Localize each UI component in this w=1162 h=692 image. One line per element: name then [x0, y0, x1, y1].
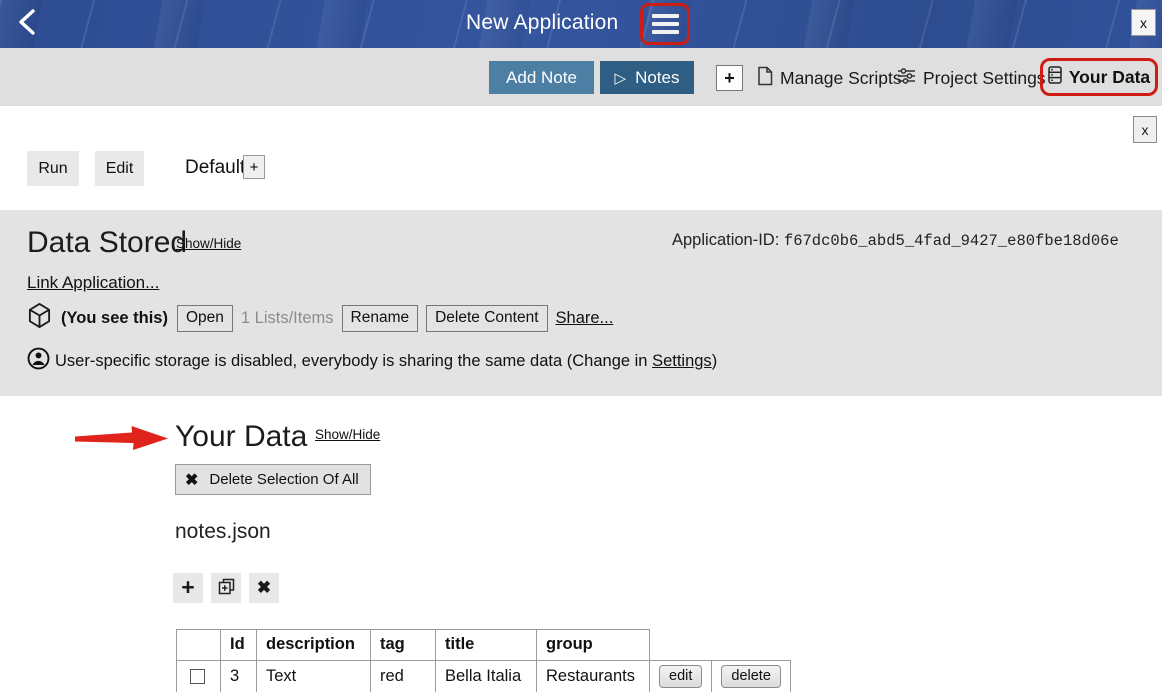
toolbar-plus-button[interactable]: +	[716, 65, 743, 91]
header-tag: tag	[371, 630, 436, 661]
manage-scripts-button[interactable]: Manage Scripts	[757, 64, 902, 92]
you-see-this-label: (You see this)	[61, 309, 168, 328]
default-tab-label: Default	[185, 157, 245, 179]
page-icon	[757, 66, 773, 91]
sliders-icon	[897, 67, 916, 90]
play-icon: ▷	[615, 69, 627, 87]
data-stored-section: Data Stored Show/Hide Application-ID: f6…	[0, 210, 1162, 396]
application-id: Application-ID: f67dc0b6_abd5_4fad_9427_…	[672, 231, 1119, 250]
file-name: notes.json	[175, 520, 271, 544]
header-checkbox	[177, 630, 221, 661]
red-arrow-annotation	[75, 423, 169, 458]
data-table: Id description tag title group 3 Text re…	[176, 629, 791, 692]
your-data-section-title: Your Data	[175, 420, 307, 454]
row-edit-button[interactable]: edit	[659, 665, 702, 688]
header-group: group	[537, 630, 650, 661]
hamburger-menu-icon[interactable]	[652, 14, 679, 34]
user-icon	[27, 347, 50, 375]
data-stored-show-hide-link[interactable]: Show/Hide	[176, 236, 241, 251]
your-data-label: Your Data	[1069, 67, 1150, 88]
delete-content-button[interactable]: Delete Content	[426, 305, 547, 332]
table-row: 3 Text red Bella Italia Restaurants edit…	[177, 661, 791, 692]
cell-id: 3	[221, 661, 257, 692]
database-icon	[1048, 66, 1062, 89]
table-header-row: Id description tag title group	[177, 630, 791, 661]
header-description: description	[257, 630, 371, 661]
header-id: Id	[221, 630, 257, 661]
link-application-link[interactable]: Link Application...	[27, 273, 159, 293]
your-data-button[interactable]: Your Data	[1040, 58, 1158, 96]
row-checkbox[interactable]	[190, 669, 205, 684]
manage-scripts-label: Manage Scripts	[780, 68, 902, 89]
app-window: New Application x Add Note ▷ Notes + Man…	[0, 0, 1162, 692]
lists-items-count: 1 Lists/Items	[241, 309, 334, 328]
share-link[interactable]: Share...	[556, 309, 614, 328]
hamburger-annotation-box	[640, 3, 690, 45]
settings-link[interactable]: Settings	[652, 352, 712, 370]
header-title: title	[436, 630, 537, 661]
application-id-value: f67dc0b6_abd5_4fad_9427_e80fbe18d06e	[784, 232, 1119, 250]
chevron-left-icon	[16, 7, 38, 42]
your-data-show-hide-link[interactable]: Show/Hide	[315, 427, 380, 442]
edit-button[interactable]: Edit	[95, 151, 144, 186]
cube-icon	[27, 302, 52, 334]
title-bar: New Application x	[0, 0, 1162, 48]
cell-tag: red	[371, 661, 436, 692]
back-button[interactable]	[10, 8, 44, 40]
toolbar: Add Note ▷ Notes + Manage Scripts Projec…	[0, 48, 1162, 106]
duplicate-row-button[interactable]	[211, 573, 241, 603]
delete-row-button[interactable]: ✖	[249, 573, 279, 603]
copy-plus-icon	[218, 578, 235, 598]
cell-group: Restaurants	[537, 661, 650, 692]
delete-selection-button[interactable]: ✖ Delete Selection Of All	[175, 464, 371, 495]
add-note-button[interactable]: Add Note	[489, 61, 594, 94]
notes-button[interactable]: ▷ Notes	[600, 61, 694, 94]
add-row-button[interactable]: +	[173, 573, 203, 603]
run-button[interactable]: Run	[27, 151, 79, 186]
storage-notice: User-specific storage is disabled, every…	[27, 347, 717, 375]
rename-button[interactable]: Rename	[342, 305, 419, 332]
add-tab-button[interactable]: +	[243, 155, 265, 179]
row-delete-button[interactable]: delete	[721, 665, 781, 688]
x-icon: ✖	[185, 470, 198, 490]
data-stored-title: Data Stored	[27, 226, 187, 260]
application-id-label: Application-ID:	[672, 231, 779, 249]
project-settings-label: Project Settings	[923, 68, 1046, 89]
project-settings-button[interactable]: Project Settings	[897, 64, 1046, 92]
delete-selection-label: Delete Selection Of All	[209, 471, 358, 488]
storage-notice-text: User-specific storage is disabled, every…	[55, 352, 717, 371]
window-close-button[interactable]: x	[1131, 9, 1156, 36]
cell-title: Bella Italia	[436, 661, 537, 692]
storage-item-row: (You see this) Open 1 Lists/Items Rename…	[27, 303, 613, 333]
page-title: New Application	[466, 11, 618, 35]
cell-description: Text	[257, 661, 371, 692]
panel-close-button[interactable]: x	[1133, 116, 1157, 143]
open-button[interactable]: Open	[177, 305, 233, 332]
notes-button-label: Notes	[635, 68, 679, 88]
